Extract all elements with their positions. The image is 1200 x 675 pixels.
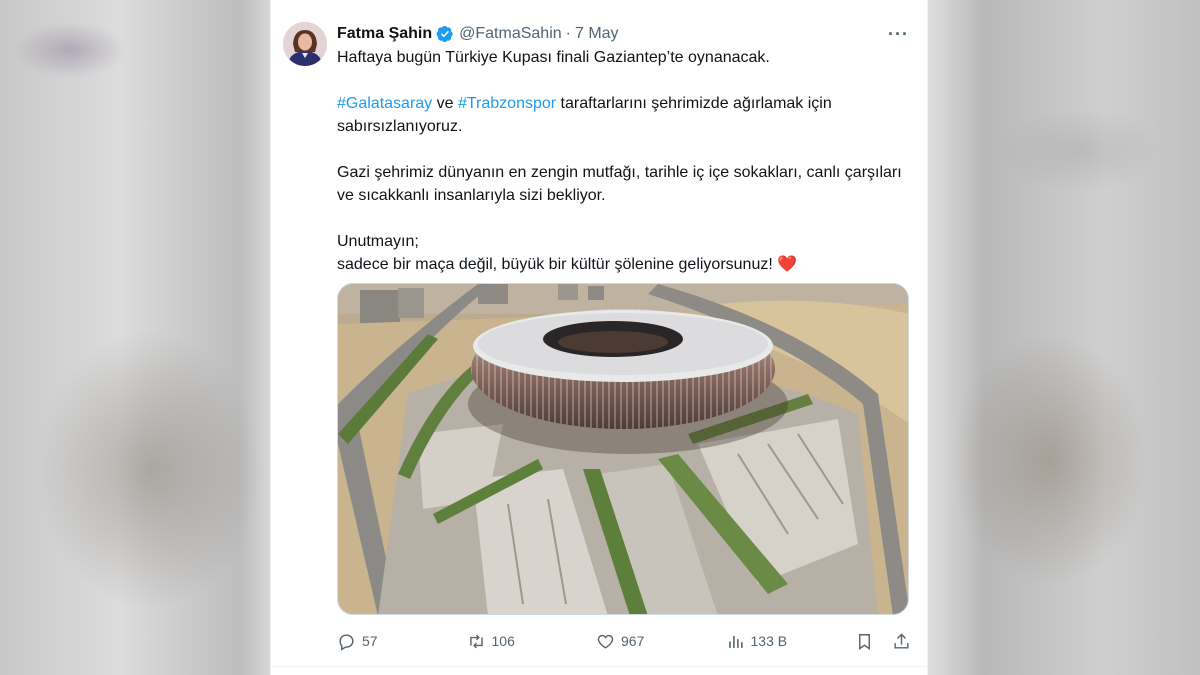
reply-icon bbox=[339, 633, 354, 651]
reply-button[interactable]: 57 bbox=[337, 632, 467, 651]
more-icon[interactable]: ··· bbox=[888, 24, 909, 45]
text-line-unutmayin: Unutmayın; bbox=[337, 233, 419, 250]
tweet-header: Fatma Şahin @FatmaSahin · 7 May bbox=[337, 23, 915, 45]
hashtag-trabzonspor[interactable]: #Trabzonspor bbox=[458, 95, 556, 112]
like-icon bbox=[597, 634, 614, 649]
tweet-card[interactable]: Fatma Şahin @FatmaSahin · 7 May ··· Haft… bbox=[270, 0, 928, 675]
views-button[interactable]: 133 B bbox=[726, 632, 856, 651]
tweet-paragraph-3: Gazi şehrimiz dünyanın en zengin mutfağı… bbox=[337, 164, 902, 204]
repost-button[interactable]: 106 bbox=[467, 632, 597, 651]
separator-dot: · bbox=[565, 25, 571, 42]
like-button[interactable]: 967 bbox=[596, 632, 726, 651]
tweet-paragraph-1: Haftaya bugün Türkiye Kupası finali Gazi… bbox=[337, 49, 770, 66]
views-icon bbox=[728, 635, 743, 648]
reply-count: 57 bbox=[362, 633, 378, 649]
like-count: 967 bbox=[621, 633, 645, 649]
author-name[interactable]: Fatma Şahin bbox=[337, 25, 432, 43]
right-actions bbox=[855, 632, 911, 651]
text-and: ve bbox=[432, 95, 458, 112]
repost-icon bbox=[469, 634, 483, 648]
tweet-actions: 57 106 967 133 B bbox=[337, 628, 911, 654]
tweet-image-stadium[interactable] bbox=[337, 283, 909, 615]
text-line-sadece: sadece bir maça değil, büyük bir kültür … bbox=[337, 256, 778, 273]
hashtag-galatasaray[interactable]: #Galatasaray bbox=[337, 95, 432, 112]
author-handle[interactable]: @FatmaSahin bbox=[459, 25, 562, 43]
tweet-text: Haftaya bugün Türkiye Kupası finali Gazi… bbox=[337, 46, 912, 276]
avatar[interactable] bbox=[283, 22, 327, 66]
views-count: 133 B bbox=[750, 633, 788, 649]
divider bbox=[271, 666, 927, 667]
share-icon[interactable] bbox=[892, 632, 911, 651]
heart-emoji-icon: ❤️ bbox=[777, 256, 798, 273]
tweet-paragraph-4: Unutmayın; sadece bir maça değil, büyük b… bbox=[337, 230, 912, 276]
repost-count: 106 bbox=[491, 633, 515, 649]
tweet-date[interactable]: 7 May bbox=[575, 25, 619, 43]
bookmark-icon[interactable] bbox=[855, 632, 874, 651]
verified-badge-icon bbox=[436, 25, 453, 43]
tweet-paragraph-2: #Galatasaray ve #Trabzonspor taraftarlar… bbox=[337, 92, 912, 138]
